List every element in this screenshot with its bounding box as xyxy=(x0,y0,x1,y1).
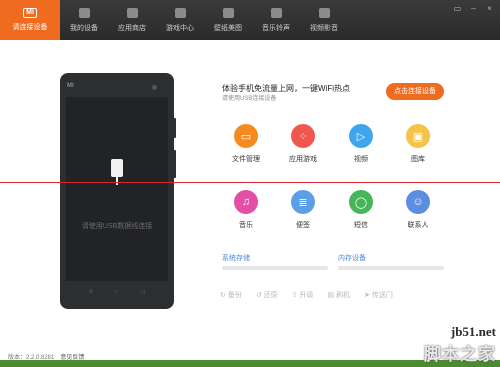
annotation-red-line xyxy=(0,182,500,183)
back-key-icon: ◁ xyxy=(140,290,145,296)
site-watermark: jb51.net 脚本之家 xyxy=(424,324,496,365)
memory-device-bar xyxy=(338,266,444,270)
phone-illustration: MI 请使用USB数据线连接 ≡ ○ ◁ xyxy=(60,73,174,309)
nav-label: 我的设备 xyxy=(70,24,98,32)
app-video[interactable]: ▷ 视频 xyxy=(341,124,381,164)
restore-icon: ↺ xyxy=(255,292,262,299)
watermark-url: jb51.net xyxy=(450,324,496,339)
phone-power-button xyxy=(173,150,176,178)
action-label: 备份 xyxy=(227,292,242,299)
flash-icon: ▤ xyxy=(327,292,335,299)
app-messages[interactable]: ◯ 短信 xyxy=(341,190,381,230)
app-label: 音乐 xyxy=(239,222,253,229)
contact-icon: ☺ xyxy=(406,190,430,214)
wallpaper-icon xyxy=(222,7,234,18)
nav-game-center[interactable]: 游戏中心 xyxy=(156,0,204,40)
backup-icon: ↻ xyxy=(220,292,226,299)
message-icon: ◯ xyxy=(349,190,373,214)
mi-logo-icon: MI xyxy=(23,8,37,18)
restore-action[interactable]: ↺ 还原 xyxy=(256,290,278,300)
video-icon xyxy=(318,7,330,18)
nav-video[interactable]: 视频影音 xyxy=(300,0,348,40)
promo-subtitle: 请使用USB连接设备 xyxy=(222,96,277,102)
music-icon: ♫ xyxy=(234,190,258,214)
memory-device-label[interactable]: 内存设备 xyxy=(338,253,366,263)
nav-app-store[interactable]: 应用商店 xyxy=(108,0,156,40)
footer: 版本：2.2.0.8281 意见反馈 xyxy=(8,352,84,360)
app-music[interactable]: ♫ 音乐 xyxy=(226,190,266,230)
nav-label: 应用商店 xyxy=(118,24,146,32)
nav-connect-label: 请连接设备 xyxy=(12,24,48,31)
portal-action[interactable]: ➤ 传送门 xyxy=(364,290,393,300)
phone-screen: 请使用USB数据线连接 xyxy=(66,97,168,281)
action-label: 刷机 xyxy=(336,292,351,299)
system-storage-label[interactable]: 系统存储 xyxy=(222,253,250,263)
window-controls: ▭ – × xyxy=(451,3,496,14)
version-text: 版本：2.2.0.8281 xyxy=(8,355,55,360)
app-notes[interactable]: ≣ 便签 xyxy=(283,190,323,230)
phone-keys: ≡ ○ ◁ xyxy=(60,289,174,296)
app-label: 视频 xyxy=(354,156,368,163)
app-label: 联系人 xyxy=(407,222,429,229)
feedback-link[interactable]: 意见反馈 xyxy=(60,352,84,360)
camera-icon xyxy=(152,85,157,90)
nav-label: 视频影音 xyxy=(310,24,338,32)
app-label: 应用游戏 xyxy=(289,156,317,163)
phone-brand: MI xyxy=(67,83,74,89)
restore-icon[interactable]: ▭ xyxy=(451,3,464,14)
top-nav-bar: MI 请连接设备 我的设备 应用商店 游戏中心 壁纸美图 音乐铃声 视频影音 ▭ xyxy=(0,0,500,40)
note-icon: ≣ xyxy=(291,190,315,214)
music-note-icon xyxy=(270,7,282,18)
app-label: 短信 xyxy=(354,222,368,229)
device-icon xyxy=(78,7,90,18)
phone-volume-button xyxy=(173,118,176,138)
bottom-actions: ↻ 备份 ↺ 还原 ⇧ 升级 ▤ 刷机 ➤ 传送门 xyxy=(220,290,393,300)
backup-action[interactable]: ↻ 备份 xyxy=(220,290,242,300)
action-label: 传送门 xyxy=(371,292,393,299)
app-window: MI 请连接设备 我的设备 应用商店 游戏中心 壁纸美图 音乐铃声 视频影音 ▭ xyxy=(0,0,500,360)
home-key-icon: ○ xyxy=(114,289,119,295)
app-gallery[interactable]: ▣ 图库 xyxy=(398,124,438,164)
app-apps-games[interactable]: ⁘ 应用游戏 xyxy=(283,124,323,164)
nav-label: 音乐铃声 xyxy=(262,24,290,32)
nav-label: 游戏中心 xyxy=(166,24,194,32)
app-label: 文件管理 xyxy=(232,156,260,163)
nav-connect-device[interactable]: MI 请连接设备 xyxy=(0,0,60,40)
store-icon xyxy=(126,7,138,18)
upgrade-icon: ⇧ xyxy=(291,292,298,299)
nav-wallpaper[interactable]: 壁纸美图 xyxy=(204,0,252,40)
connect-hint: 请使用USB数据线连接 xyxy=(81,223,153,230)
watermark-text: 脚本之家 xyxy=(424,345,496,364)
connect-device-button[interactable]: 点击连接设备 xyxy=(386,83,444,100)
folder-icon: ▭ xyxy=(234,124,258,148)
close-icon[interactable]: × xyxy=(483,3,496,14)
nav-label: 壁纸美图 xyxy=(214,24,242,32)
play-icon: ▷ xyxy=(349,124,373,148)
usb-plug-icon xyxy=(111,159,123,185)
gallery-icon: ▣ xyxy=(406,124,430,148)
menu-key-icon: ≡ xyxy=(89,289,93,295)
minimize-icon[interactable]: – xyxy=(467,3,480,14)
gamepad-icon xyxy=(174,7,186,18)
flash-action[interactable]: ▤ 刷机 xyxy=(327,290,350,300)
app-file-manager[interactable]: ▭ 文件管理 xyxy=(226,124,266,164)
action-label: 升级 xyxy=(299,292,314,299)
action-label: 还原 xyxy=(263,292,278,299)
upgrade-action[interactable]: ⇧ 升级 xyxy=(292,290,314,300)
app-label: 图库 xyxy=(411,156,425,163)
app-label: 便签 xyxy=(296,222,310,229)
system-storage-bar xyxy=(222,266,328,270)
nav-my-device[interactable]: 我的设备 xyxy=(60,0,108,40)
apps-icon: ⁘ xyxy=(291,124,315,148)
nav-music[interactable]: 音乐铃声 xyxy=(252,0,300,40)
send-icon: ➤ xyxy=(364,292,370,299)
app-contacts[interactable]: ☺ 联系人 xyxy=(398,190,438,230)
